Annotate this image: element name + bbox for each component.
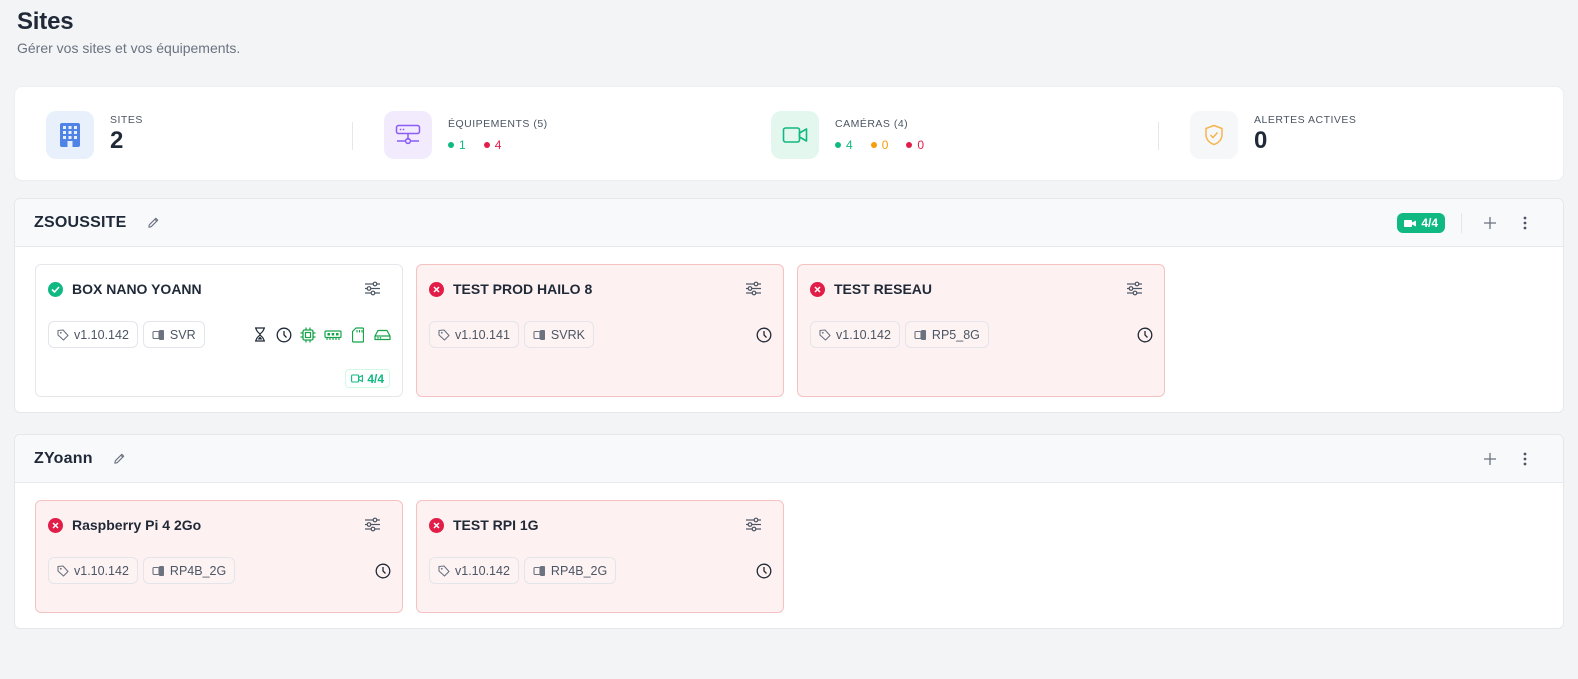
more-vertical-icon[interactable] <box>1513 211 1537 235</box>
device-name: TEST RESEAU <box>834 281 933 297</box>
stat-cameras: CAMÉRAS (4) 4 0 0 <box>771 87 924 182</box>
clock-icon <box>755 562 772 579</box>
site-name: ZSOUSSITE <box>34 213 127 231</box>
device-card[interactable]: BOX NANO YOANN v1.10.142 SVR 4/4 <box>35 264 403 397</box>
sd-card-icon <box>349 326 366 343</box>
model-tag: RP4B_2G <box>142 557 236 584</box>
device-icon <box>152 565 164 576</box>
version-tag: v1.10.142 <box>429 557 519 584</box>
shield-check-icon <box>1190 110 1238 159</box>
version-tag: v1.10.142 <box>48 557 138 584</box>
pencil-icon[interactable] <box>144 214 162 232</box>
check-circle-icon <box>48 281 63 297</box>
video-camera-icon <box>1404 219 1417 227</box>
page-header: Sites Gérer vos sites et vos équipements… <box>17 8 240 56</box>
stat-value: 2 <box>110 127 124 155</box>
stat-label: ÉQUIPEMENTS (5) <box>448 117 548 130</box>
device-name: Raspberry Pi 4 2Go <box>72 517 202 533</box>
device-name: TEST RPI 1G <box>453 517 539 533</box>
clock-icon <box>275 326 292 343</box>
site-card: ZYoann Raspberry Pi 4 2Go v1.10.142 RP4B… <box>14 434 1564 629</box>
clock-icon <box>755 326 772 343</box>
memory-icon <box>323 326 342 343</box>
tag-icon <box>438 328 450 341</box>
x-circle-icon <box>429 281 444 297</box>
stat-label: CAMÉRAS (4) <box>835 117 909 130</box>
plus-icon[interactable] <box>1478 447 1502 471</box>
device-name: BOX NANO YOANN <box>72 281 202 297</box>
more-vertical-icon[interactable] <box>1513 447 1537 471</box>
sliders-icon[interactable] <box>745 517 763 535</box>
building-icon <box>46 110 94 159</box>
stat-label: ALERTES ACTIVES <box>1254 114 1357 127</box>
hourglass-icon <box>251 326 268 343</box>
camera-status-badge: 4/4 <box>1397 213 1445 233</box>
sliders-icon[interactable] <box>364 281 382 299</box>
site-card: ZSOUSSITE 4/4 BOX NANO YOANN v1.10.142 S… <box>14 198 1564 413</box>
page-subtitle: Gérer vos sites et vos équipements. <box>17 40 241 56</box>
tag-icon <box>819 328 831 341</box>
offline-count: 4 <box>483 138 501 152</box>
plus-icon[interactable] <box>1478 211 1502 235</box>
version-tag: v1.10.142 <box>810 321 900 348</box>
stat-sites: SITES 2 <box>46 87 143 182</box>
version-tag: v1.10.141 <box>429 321 519 348</box>
device-icon <box>152 329 164 340</box>
video-camera-icon <box>771 110 819 159</box>
sliders-icon[interactable] <box>1126 281 1144 299</box>
x-circle-icon <box>429 517 444 533</box>
device-card[interactable]: TEST PROD HAILO 8 v1.10.141 SVRK <box>416 264 784 397</box>
version-tag: v1.10.142 <box>48 321 138 348</box>
hard-drive-icon <box>373 326 391 343</box>
device-card[interactable]: TEST RPI 1G v1.10.142 RP4B_2G <box>416 500 784 613</box>
cpu-icon <box>299 326 316 343</box>
camera-ok-count: 4 <box>835 138 853 152</box>
sliders-icon[interactable] <box>364 517 382 535</box>
camera-count-badge: 4/4 <box>345 369 390 388</box>
model-tag: RP5_8G <box>904 321 989 348</box>
device-icon <box>533 329 545 340</box>
site-header: ZYoann <box>15 435 1563 483</box>
divider <box>352 122 353 150</box>
model-tag: SVR <box>142 321 205 348</box>
model-tag: SVRK <box>523 321 594 348</box>
server-icon <box>384 110 432 159</box>
stat-value: 0 <box>1254 127 1268 155</box>
stat-label: SITES <box>110 114 143 127</box>
device-icon <box>533 565 545 576</box>
device-name: TEST PROD HAILO 8 <box>453 281 593 297</box>
x-circle-icon <box>48 517 63 533</box>
page-title: Sites <box>17 8 74 35</box>
stat-alertes: ALERTES ACTIVES 0 <box>1190 87 1356 182</box>
pencil-icon[interactable] <box>111 450 129 468</box>
tag-icon <box>57 564 69 577</box>
camera-error-count: 0 <box>906 138 924 152</box>
site-header: ZSOUSSITE 4/4 <box>15 199 1563 247</box>
model-tag: RP4B_2G <box>523 557 617 584</box>
tag-icon <box>438 564 450 577</box>
clock-icon <box>374 562 391 579</box>
stats-card: SITES 2 ÉQUIPEMENTS (5) 1 4 CAMÉRAS (4) … <box>14 86 1564 181</box>
video-camera-icon <box>351 374 364 383</box>
device-card[interactable]: Raspberry Pi 4 2Go v1.10.142 RP4B_2G <box>35 500 403 613</box>
divider <box>1461 213 1462 233</box>
device-icon <box>914 329 926 340</box>
camera-warn-count: 0 <box>870 138 888 152</box>
online-count: 1 <box>448 138 466 152</box>
x-circle-icon <box>810 281 825 297</box>
stat-equipements: ÉQUIPEMENTS (5) 1 4 <box>384 87 548 182</box>
tag-icon <box>57 328 69 341</box>
site-name: ZYoann <box>34 449 93 467</box>
device-card[interactable]: TEST RESEAU v1.10.142 RP5_8G <box>797 264 1165 397</box>
divider <box>1158 122 1159 150</box>
clock-icon <box>1136 326 1153 343</box>
sliders-icon[interactable] <box>745 281 763 299</box>
